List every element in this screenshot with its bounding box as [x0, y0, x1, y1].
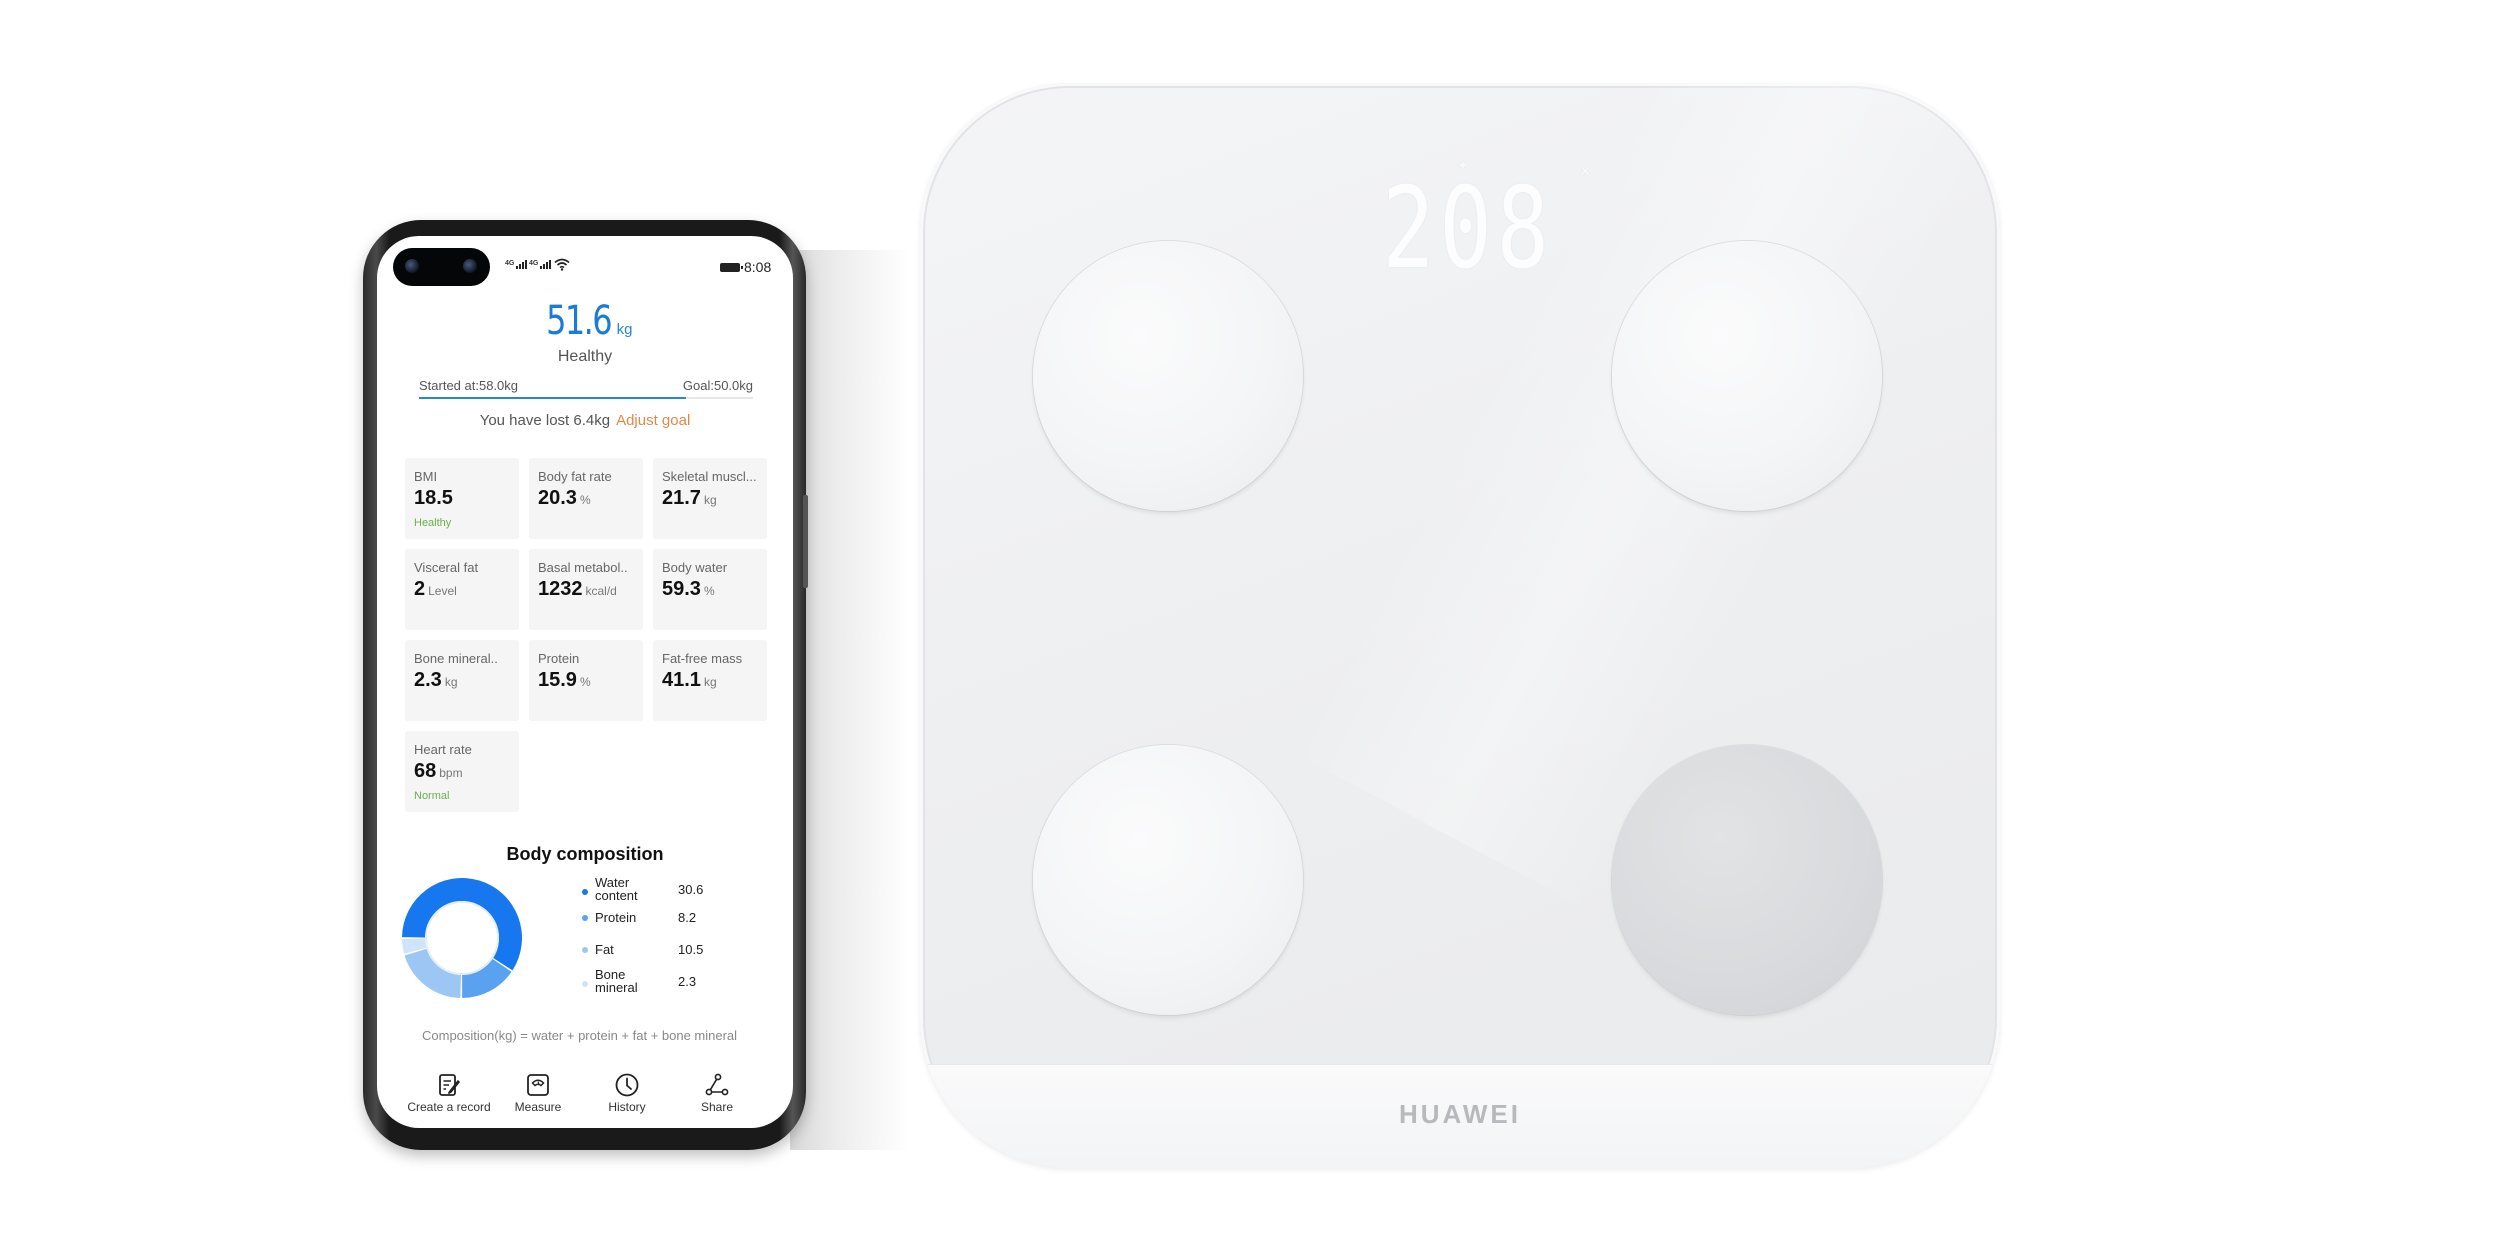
metric-status: Healthy [414, 517, 452, 529]
legend-item-bone-mineral: Bone mineral 2.3 [582, 968, 732, 1004]
legend-value: 2.3 [678, 974, 697, 989]
status-time: 8:08 [744, 259, 772, 275]
metrics-grid: BMI 18.5 Healthy Body fat rate 20.3% Ske… [405, 458, 767, 812]
punch-hole-camera [393, 248, 490, 286]
bottom-nav: Create a record Measure History Share [377, 1072, 793, 1128]
metric-card-protein[interactable]: Protein 15.9% [529, 640, 643, 721]
goal-progress-bar [419, 397, 753, 399]
nav-history[interactable]: History [577, 1072, 677, 1114]
share-icon [705, 1073, 729, 1096]
metric-label: Protein [538, 651, 580, 666]
metric-card-bone-mineral[interactable]: Bone mineral.. 2.3 kg [405, 640, 519, 721]
legend-value: 10.5 [678, 942, 704, 957]
metric-card-body-water[interactable]: Body water 59.3% [653, 549, 767, 630]
metric-value: 15.9% [538, 669, 591, 691]
phone-screen: 4G 4G 8:08 51.6 kg Healthy Started at:58.… [377, 236, 793, 1128]
cell-signal-icon: 4G [529, 260, 552, 269]
metric-card-visceral-fat[interactable]: Visceral fat 2 Level [405, 549, 519, 630]
nav-measure[interactable]: Measure [488, 1072, 588, 1114]
metric-value: 2.3 kg [414, 669, 458, 691]
legend-dot [582, 981, 588, 987]
adjust-goal-link[interactable]: Adjust goal [616, 412, 690, 429]
nav-create-record[interactable]: Create a record [399, 1072, 499, 1114]
metric-card-basal-metabolism[interactable]: Basal metabol.. 1232 kcal/d [529, 549, 643, 630]
body-composition-donut-chart [402, 878, 522, 998]
brand-logo: HUAWEI [1399, 1099, 1521, 1129]
metric-value: 21.7 kg [662, 487, 717, 509]
measure-icon [527, 1074, 549, 1096]
metric-label: Body fat rate [538, 469, 612, 484]
start-weight-label: Started at:58.0kg [419, 378, 519, 393]
camera-lens-icon [463, 259, 477, 273]
create-record-icon [439, 1074, 461, 1096]
legend-value: 8.2 [678, 910, 697, 925]
electrode-pad-top-left [1033, 241, 1303, 511]
cell-signal-icon: 4G [505, 260, 528, 269]
weight-lost-text: You have lost 6.4kg [479, 412, 611, 429]
metric-label: Bone mineral.. [414, 651, 498, 666]
weight-value: 51.6 [545, 298, 612, 344]
phone-shadow [790, 250, 910, 1150]
goal-progress-fill [419, 397, 687, 399]
smart-scale: ✦ 208 × HUAWEI [920, 83, 2000, 1168]
history-icon [615, 1073, 639, 1097]
weight-status: Healthy [557, 348, 613, 365]
metric-card-fat-free-mass[interactable]: Fat-free mass 41.1 kg [653, 640, 767, 721]
metric-value: 68 bpm [414, 760, 463, 782]
weight-unit: kg [616, 321, 633, 338]
metric-card-body-fat-rate[interactable]: Body fat rate 20.3% [529, 458, 643, 539]
electrode-pad-bottom-right [1612, 745, 1882, 1015]
nav-share[interactable]: Share [667, 1072, 767, 1114]
metric-value: 1232 kcal/d [538, 578, 617, 600]
legend-dot [582, 915, 588, 921]
wifi-icon [554, 258, 570, 271]
metric-value: 18.5 [414, 487, 453, 509]
scale-led-display: 208 [1382, 164, 1554, 294]
camera-lens-icon [405, 259, 419, 273]
metric-value: 41.1 kg [662, 669, 717, 691]
legend-dot [582, 889, 588, 895]
legend-label: Fat [595, 942, 614, 957]
metric-status: Normal [414, 790, 450, 802]
legend-label: Protein [595, 910, 637, 925]
weight-lost-row: You have lost 6.4kg Adjust goal [377, 412, 793, 429]
legend-label: Bone mineral [595, 967, 638, 995]
legend-dot [582, 947, 588, 953]
metric-value: 20.3% [538, 487, 591, 509]
metric-value: 2 Level [414, 578, 457, 600]
body-composition-title: Body composition [506, 844, 664, 864]
electrode-pad-bottom-left [1033, 745, 1303, 1015]
metric-label: Fat-free mass [662, 651, 743, 666]
metric-label: Basal metabol.. [538, 560, 628, 575]
legend-item-protein: Protein 8.2 [582, 910, 732, 946]
metric-card-heart-rate[interactable]: Heart rate 68 bpm Normal [405, 731, 519, 812]
legend-label: Water content [595, 875, 638, 903]
electrode-pad-top-right [1612, 241, 1882, 511]
display-unit-icon: × [1580, 161, 1591, 181]
legend-item-water: Water content 30.6 [582, 876, 732, 912]
current-weight: 51.6 kg [377, 298, 793, 344]
metric-label: BMI [414, 469, 438, 484]
composition-formula: Composition(kg) = water + protein + fat … [422, 1028, 738, 1043]
phone-power-button [803, 540, 808, 588]
metric-card-skeletal-muscle[interactable]: Skeletal muscl... 21.7 kg [653, 458, 767, 539]
metric-label: Heart rate [414, 742, 472, 757]
goal-weight-label: Goal:50.0kg [682, 378, 753, 393]
metric-label: Visceral fat [414, 560, 479, 575]
metric-label: Skeletal muscl... [662, 469, 757, 484]
donut-hole [425, 901, 499, 975]
legend-value: 30.6 [678, 882, 704, 897]
metric-value: 59.3% [662, 578, 715, 600]
metric-label: Body water [662, 560, 728, 575]
battery-icon [720, 263, 743, 272]
metric-card-bmi[interactable]: BMI 18.5 Healthy [405, 458, 519, 539]
